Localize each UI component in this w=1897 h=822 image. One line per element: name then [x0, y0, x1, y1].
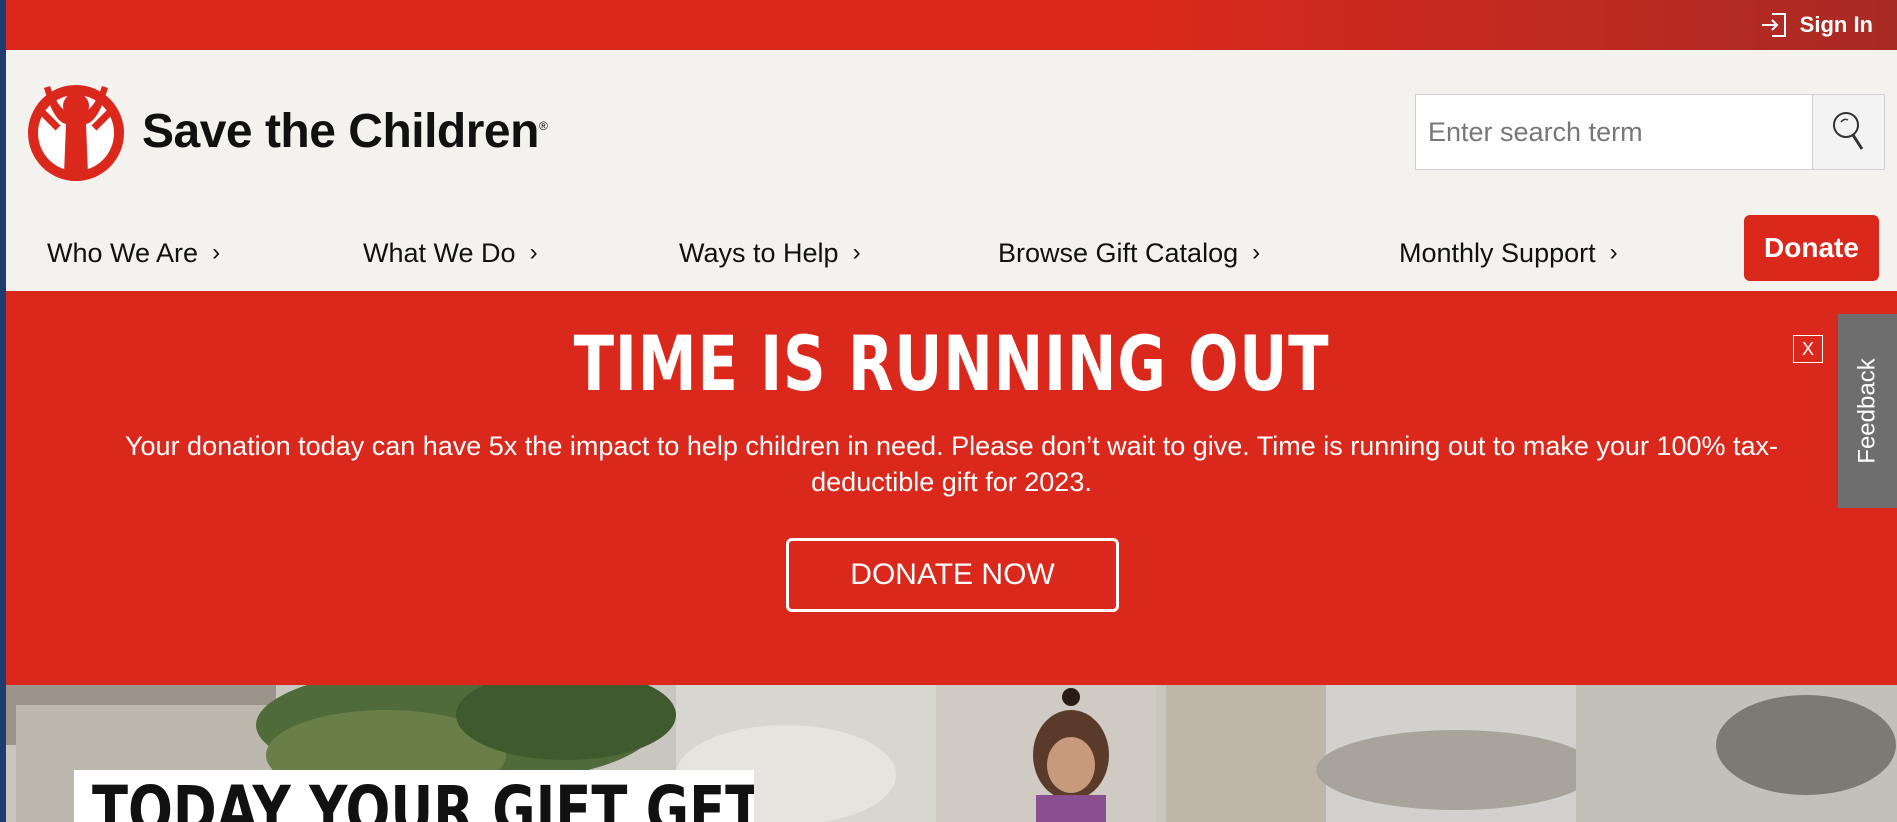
- hero-section: TODAY YOUR GIFT GETS: [6, 685, 1897, 822]
- nav-label: Ways to Help: [679, 237, 839, 268]
- banner-text: Your donation today can have 5x the impa…: [125, 431, 1778, 497]
- nav-what-we-do[interactable]: What We Do ›: [363, 215, 538, 291]
- banner-close-button[interactable]: X: [1793, 335, 1823, 363]
- search-icon: [1832, 112, 1863, 150]
- nav-who-we-are[interactable]: Who We Are ›: [47, 215, 220, 291]
- banner-title: TIME IS RUNNING OUT: [573, 319, 1330, 408]
- nav-monthly-support[interactable]: Monthly Support ›: [1399, 215, 1618, 291]
- chevron-right-icon: ›: [212, 239, 221, 266]
- utility-bar: Sign In: [6, 0, 1897, 50]
- window-left-edge: [0, 0, 6, 822]
- child-arms-raised-icon: [28, 85, 124, 181]
- site-header: Save the Children® Who We Are › What We …: [6, 50, 1897, 291]
- nav-label: What We Do: [363, 237, 516, 268]
- chevron-right-icon: ›: [852, 239, 861, 266]
- sign-in-icon: [1761, 13, 1786, 37]
- urgency-banner: TIME IS RUNNING OUT Your donation today …: [6, 291, 1897, 685]
- chevron-right-icon: ›: [1252, 239, 1261, 266]
- feedback-label: Feedback: [1853, 358, 1881, 464]
- nav-label: Who We Are: [47, 237, 199, 268]
- site-logo[interactable]: Save the Children®: [24, 78, 548, 184]
- nav-label: Monthly Support: [1399, 237, 1596, 268]
- main-nav: Who We Are › What We Do › Ways to Help ›…: [6, 215, 1897, 291]
- sign-in-label: Sign In: [1799, 12, 1873, 37]
- chevron-right-icon: ›: [1609, 239, 1618, 266]
- nav-label: Browse Gift Catalog: [998, 237, 1239, 268]
- nav-ways-to-help[interactable]: Ways to Help ›: [679, 215, 861, 291]
- hero-headline: TODAY YOUR GIFT GETS: [92, 772, 754, 822]
- chevron-right-icon: ›: [529, 239, 538, 266]
- feedback-tab[interactable]: Feedback: [1838, 314, 1897, 508]
- nav-browse-gift-catalog[interactable]: Browse Gift Catalog ›: [998, 215, 1260, 291]
- search-box: [1415, 94, 1885, 170]
- donate-now-button[interactable]: DONATE NOW: [786, 538, 1119, 612]
- donate-button[interactable]: Donate: [1744, 215, 1879, 281]
- search-input[interactable]: [1416, 95, 1812, 169]
- search-button[interactable]: [1812, 95, 1884, 169]
- brand-name: Save the Children®: [142, 104, 548, 158]
- hero-headline-box: TODAY YOUR GIFT GETS: [74, 770, 754, 822]
- sign-in-link[interactable]: Sign In: [1760, 12, 1873, 38]
